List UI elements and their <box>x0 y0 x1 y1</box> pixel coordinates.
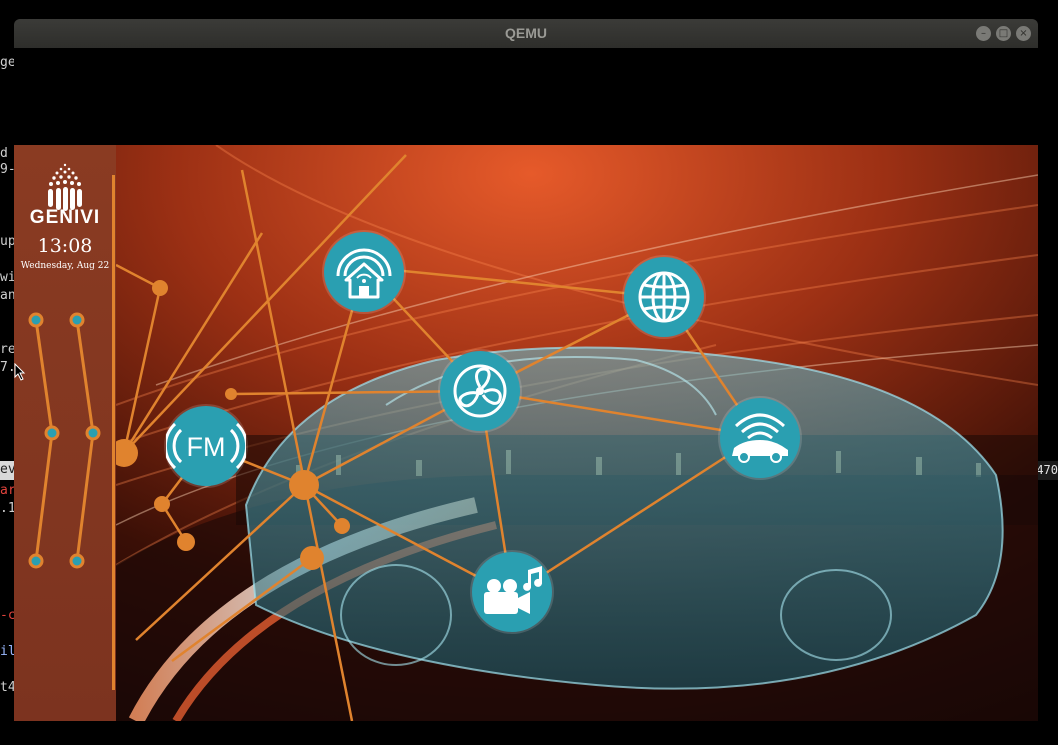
clock: 13:08 <box>37 235 93 257</box>
app-fm-radio[interactable]: FM <box>166 406 246 486</box>
window-title: QEMU <box>505 25 547 41</box>
close-button[interactable]: × <box>1016 26 1031 41</box>
minimize-button[interactable]: – <box>976 26 991 41</box>
minimize-icon: – <box>981 28 986 39</box>
sidebar-network-decoration <box>28 312 101 569</box>
fan-icon <box>453 364 507 418</box>
terminal-status-right: 470 <box>1036 461 1058 480</box>
sidebar: GENIVI 13:08 Wednesday, Aug 22 <box>14 145 116 721</box>
qemu-window: QEMU – □ × GENIVI 13:08 Wednesday, Aug 2… <box>14 19 1038 721</box>
app-home-automation[interactable] <box>324 232 404 312</box>
app-hvac[interactable] <box>440 351 520 431</box>
guest-screen: GENIVI 13:08 Wednesday, Aug 22 FM <box>14 145 1038 721</box>
maximize-button[interactable]: □ <box>996 26 1011 41</box>
maximize-icon: □ <box>998 28 1009 39</box>
home-wifi-icon <box>336 248 392 299</box>
background-artwork <box>116 145 1038 721</box>
terminal-line: d <box>0 146 8 161</box>
car-wifi-icon <box>732 413 788 463</box>
mouse-cursor-icon <box>14 363 26 381</box>
window-titlebar[interactable]: QEMU – □ × <box>14 19 1038 48</box>
home-screen: FM <box>116 145 1038 721</box>
fm-radio-icon: FM <box>166 422 246 470</box>
sidebar-divider <box>112 175 115 690</box>
date: Wednesday, Aug 22 <box>20 261 110 271</box>
app-connected-car[interactable] <box>720 398 800 478</box>
brand-name: GENIVI <box>29 207 101 228</box>
app-browser[interactable] <box>624 257 704 337</box>
fm-label: FM <box>187 432 226 462</box>
media-icon <box>484 566 543 614</box>
app-media-player[interactable] <box>472 552 552 632</box>
close-icon: × <box>1019 28 1028 39</box>
globe-icon <box>638 271 690 323</box>
